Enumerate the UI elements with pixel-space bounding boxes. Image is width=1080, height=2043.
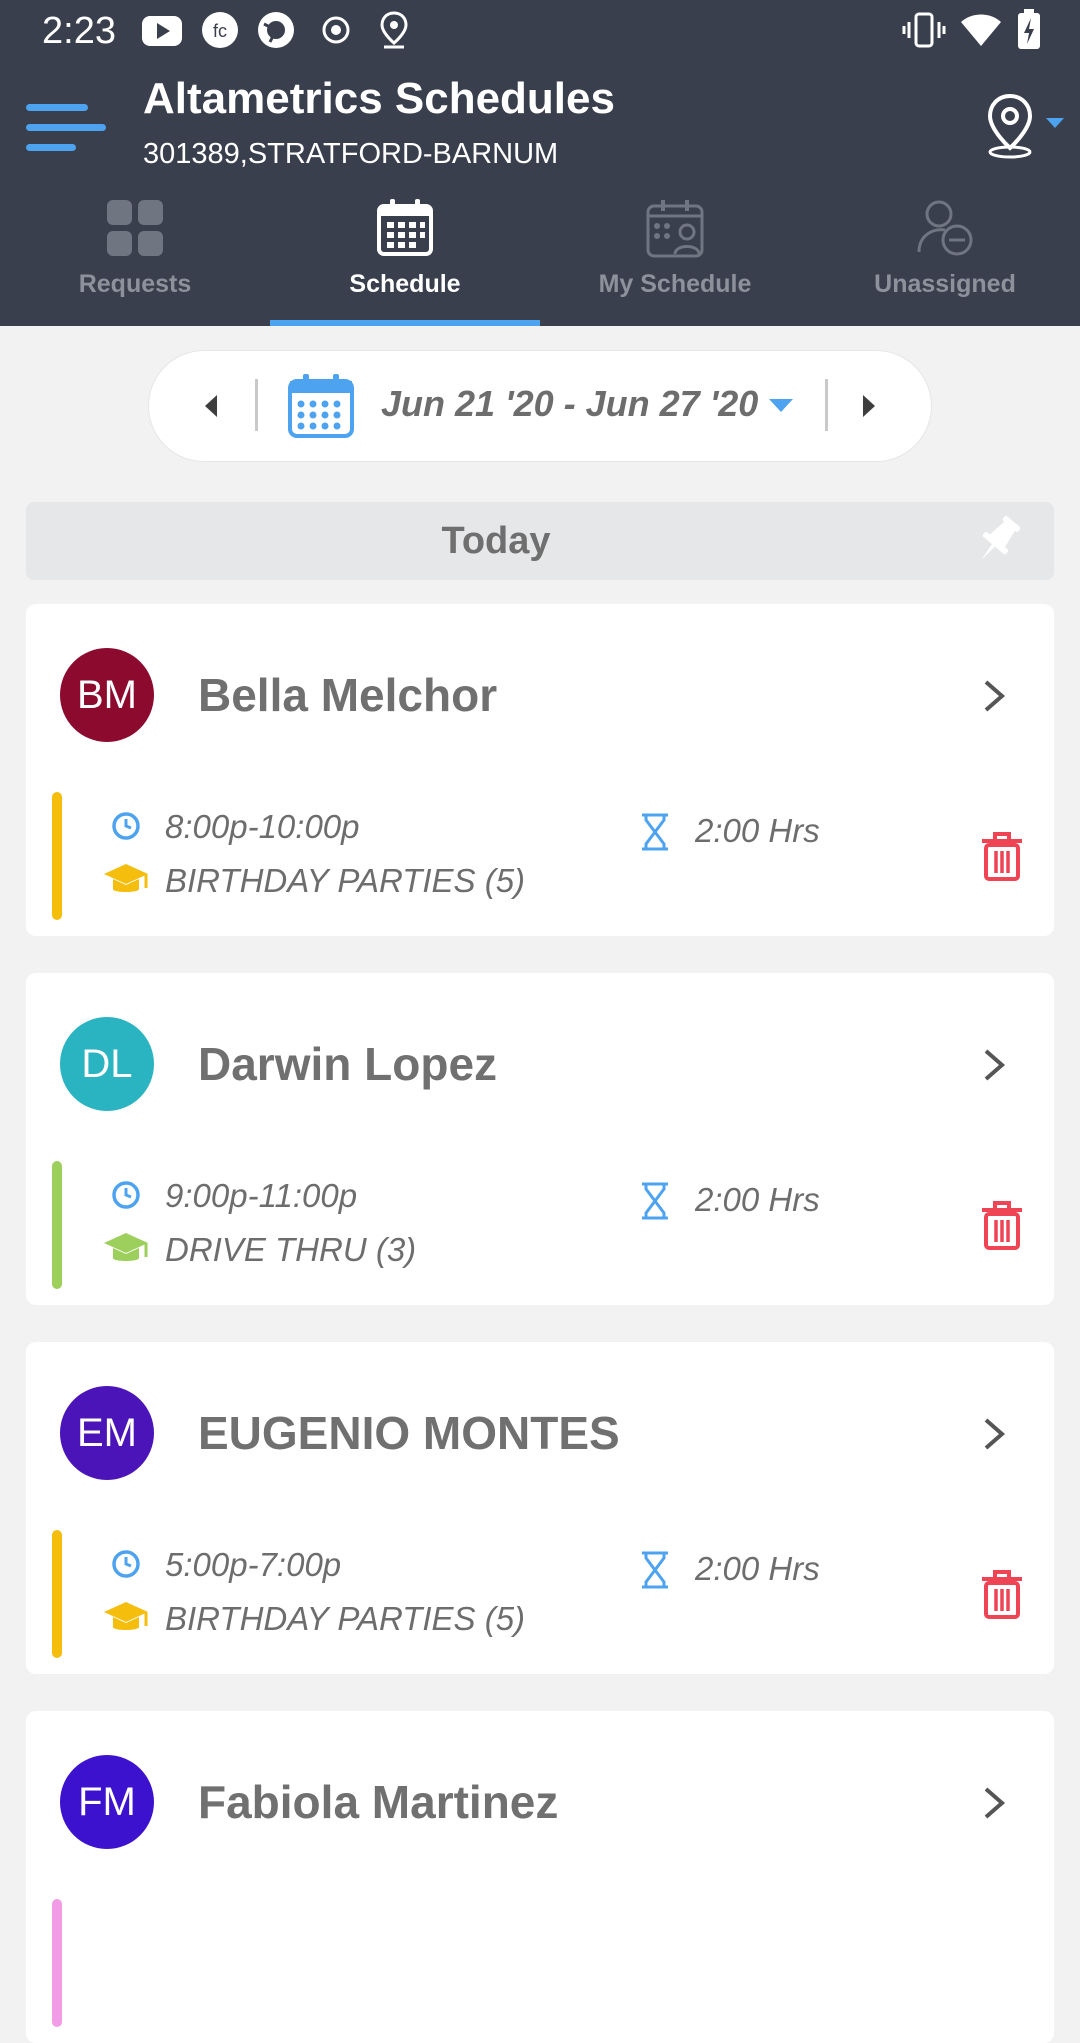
- avatar: EM: [60, 1386, 154, 1480]
- section-title: Today: [441, 520, 551, 562]
- shift-card[interactable]: BM Bella Melchor 8:00p-10:00p BIRTHDAY P…: [26, 604, 1054, 936]
- caret-right-icon: [863, 395, 875, 417]
- app-bar: Altametrics Schedules 301389,STRATFORD-B…: [0, 62, 1080, 326]
- calendar-icon[interactable]: [287, 373, 355, 439]
- shift-hours: 2:00 Hrs: [695, 1550, 820, 1587]
- shift-time: 8:00p-10:00p: [165, 808, 360, 845]
- role-color-bar: [52, 1530, 62, 1658]
- shift-role: BIRTHDAY PARTIES (5): [165, 862, 526, 899]
- chevron-right-icon[interactable]: [976, 1783, 1012, 1823]
- calendar-icon: [377, 199, 433, 256]
- week-selector: Jun 21 '20 - Jun 27 '20: [148, 350, 932, 462]
- section-header: Today: [26, 502, 1054, 580]
- trash-icon[interactable]: [980, 1570, 1024, 1620]
- menu-button[interactable]: [26, 96, 106, 156]
- tab-schedule[interactable]: Schedule: [270, 198, 540, 326]
- menu-line: [26, 124, 106, 131]
- role-color-bar: [52, 792, 62, 920]
- chevron-down-icon: [1046, 118, 1064, 128]
- pin-icon[interactable]: [970, 512, 1026, 568]
- avatar: DL: [60, 1017, 154, 1111]
- shift-time: 5:00p-7:00p: [165, 1546, 342, 1583]
- date-range-label[interactable]: Jun 21 '20 - Jun 27 '20: [381, 383, 758, 425]
- person-minus-icon: [917, 200, 973, 256]
- employee-name: Darwin Lopez: [198, 1038, 498, 1090]
- hourglass-icon: [642, 1182, 668, 1220]
- menu-line: [26, 104, 88, 111]
- menu-line: [26, 144, 76, 151]
- shift-card[interactable]: DL Darwin Lopez 9:00p-11:00p DRIVE THRU …: [26, 973, 1054, 1305]
- shift-hours: 2:00 Hrs: [695, 1181, 820, 1218]
- avatar: BM: [60, 648, 154, 742]
- status-time: 2:23: [42, 10, 116, 52]
- chevron-down-icon[interactable]: [769, 399, 793, 412]
- grid-icon: [107, 200, 163, 256]
- trash-icon[interactable]: [980, 1201, 1024, 1251]
- hourglass-icon: [642, 813, 668, 851]
- record-icon: [322, 16, 350, 44]
- chevron-right-icon[interactable]: [976, 1414, 1012, 1454]
- next-week-button[interactable]: [845, 383, 891, 429]
- location-picker-button[interactable]: [978, 92, 1068, 162]
- tab-unassigned[interactable]: Unassigned: [810, 198, 1080, 326]
- shift-role: BIRTHDAY PARTIES (5): [165, 1600, 526, 1637]
- trash-icon[interactable]: [980, 832, 1024, 882]
- tab-label: Unassigned: [874, 270, 1016, 298]
- store-subtitle: 301389,STRATFORD-BARNUM: [143, 138, 559, 170]
- clock-icon: [112, 1550, 140, 1578]
- graduation-cap-icon: [104, 1233, 148, 1261]
- shift-hours: 2:00 Hrs: [695, 812, 820, 849]
- employee-name: Bella Melchor: [198, 669, 498, 721]
- chevron-right-icon[interactable]: [976, 1045, 1012, 1085]
- graduation-cap-icon: [104, 1602, 148, 1630]
- tab-my-schedule[interactable]: My Schedule: [540, 198, 810, 326]
- active-tab-indicator: [270, 320, 540, 326]
- graduation-cap-icon: [104, 864, 148, 892]
- tab-label: Schedule: [349, 270, 461, 298]
- wifi-icon: [961, 14, 1001, 46]
- clock-icon: [112, 1181, 140, 1209]
- shift-card[interactable]: FM Fabiola Martinez: [26, 1711, 1054, 2043]
- tab-requests[interactable]: Requests: [0, 198, 270, 326]
- svg-text:fc: fc: [213, 21, 227, 41]
- youtube-icon: [142, 16, 182, 46]
- tab-label: My Schedule: [598, 270, 752, 298]
- location-pin-icon: [380, 11, 408, 49]
- shift-time: 9:00p-11:00p: [165, 1177, 358, 1214]
- role-color-bar: [52, 1899, 62, 2027]
- avatar: FM: [60, 1755, 154, 1849]
- chevron-right-icon[interactable]: [976, 676, 1012, 716]
- employee-name: Fabiola Martinez: [198, 1776, 559, 1828]
- fc-app-icon: fc: [202, 12, 238, 48]
- clock-icon: [112, 812, 140, 840]
- shift-card[interactable]: EM EUGENIO MONTES 5:00p-7:00p BIRTHDAY P…: [26, 1342, 1054, 1674]
- app-title: Altametrics Schedules: [143, 74, 615, 123]
- hourglass-icon: [642, 1551, 668, 1589]
- vibrate-icon: [902, 12, 946, 48]
- divider: [825, 379, 828, 431]
- tab-label: Requests: [78, 270, 192, 298]
- shift-role: DRIVE THRU (3): [165, 1231, 417, 1268]
- calendar-person-icon: [646, 200, 704, 258]
- battery-charging-icon: [1018, 9, 1040, 49]
- previous-week-button[interactable]: [189, 383, 235, 429]
- role-color-bar: [52, 1161, 62, 1289]
- divider: [255, 379, 258, 431]
- camera-app-icon: [258, 12, 294, 48]
- caret-left-icon: [205, 395, 217, 417]
- status-bar: 2:23 fc: [0, 0, 1080, 62]
- employee-name: EUGENIO MONTES: [198, 1407, 620, 1459]
